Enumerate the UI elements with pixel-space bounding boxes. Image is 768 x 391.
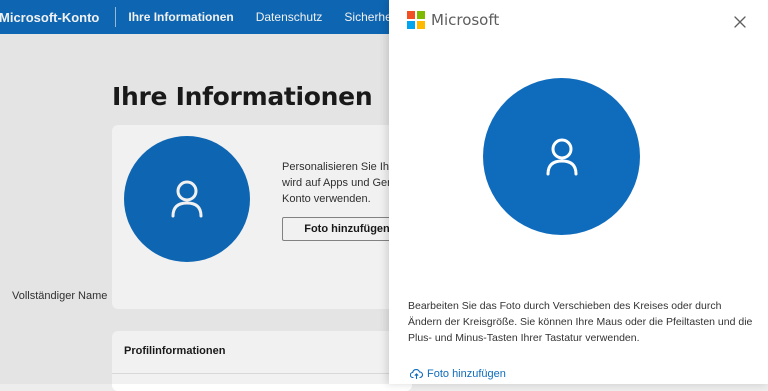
logo-square-green [417,11,425,19]
logo-square-red [407,11,415,19]
photo-crop-circle[interactable] [483,78,640,235]
logo-square-yellow [417,21,425,29]
person-icon [546,138,577,175]
close-icon [734,16,746,28]
add-photo-link[interactable]: Foto hinzufügen [410,368,506,380]
logo-square-blue [407,21,415,29]
dialog-description: Bearbeiten Sie das Foto durch Verschiebe… [408,300,753,344]
photo-editor-dialog: Microsoft Bearbeiten Sie das Foto durch … [389,0,768,384]
microsoft-wordmark: Microsoft [431,11,500,29]
add-photo-link-label: Foto hinzufügen [427,368,506,380]
microsoft-logo-icon [407,11,425,29]
close-button[interactable] [732,14,748,30]
microsoft-logo: Microsoft [407,11,499,29]
upload-cloud-icon [410,369,423,379]
